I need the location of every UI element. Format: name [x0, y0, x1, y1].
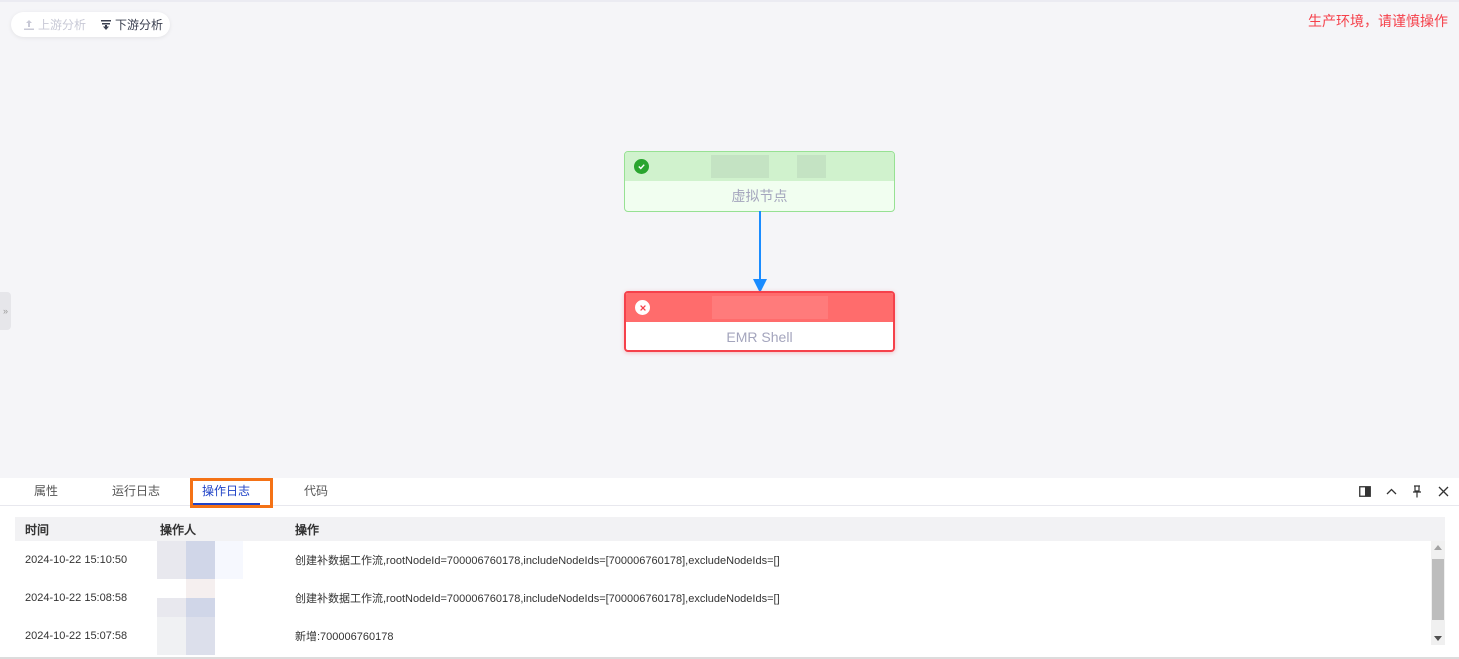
downstream-analysis-label: 下游分析: [115, 18, 164, 32]
table-row: 2024-10-22 15:07:58 新增:700006760178: [15, 617, 1445, 655]
top-border: [0, 0, 1459, 2]
cell-operation: 创建补数据工作流,rootNodeId=700006760178,include…: [295, 593, 780, 605]
analysis-toolbar: 上游分析 下游分析: [11, 12, 170, 37]
header-time: 时间: [25, 522, 50, 537]
table-row: 2024-10-22 15:08:58 创建补数据工作流,rootNodeId=…: [15, 579, 1445, 617]
chevron-right-icon: »: [2, 306, 8, 316]
tab-run-log[interactable]: 运行日志: [108, 478, 164, 505]
redacted-node-name: [712, 296, 828, 319]
download-filter-icon: [101, 19, 112, 30]
scrollbar-thumb[interactable]: [1432, 559, 1444, 620]
node-header: [626, 293, 893, 322]
redacted-user: [157, 579, 243, 617]
node-type-label: 虚拟节点: [731, 188, 788, 204]
cell-time: 2024-10-22 15:08:58: [25, 592, 128, 604]
node-header: [625, 152, 894, 181]
tab-operation-log[interactable]: 操作日志: [192, 478, 260, 505]
cell-user: [157, 579, 295, 617]
table-row: 2024-10-22 15:10:50 创建补数据工作流,rootNodeId=…: [15, 541, 1445, 579]
scroll-down-arrow-icon[interactable]: [1434, 636, 1442, 641]
bottom-panel: 属性 运行日志 操作日志 代码 时间 操作人 操作 2024-10-22 15:…: [0, 478, 1459, 659]
redacted-user: [157, 541, 243, 579]
panel-actions: [1359, 484, 1449, 498]
panel-tabs: 属性 运行日志 操作日志 代码: [0, 478, 1459, 508]
cell-user: [157, 541, 295, 579]
expand-sidebar-button[interactable]: »: [0, 292, 11, 330]
table-header: 时间 操作人 操作: [15, 517, 1445, 541]
upload-icon: [24, 19, 34, 30]
chevron-up-icon[interactable]: [1385, 484, 1397, 498]
redacted-node-name: [797, 155, 826, 178]
cell-operation: 创建补数据工作流,rootNodeId=700006760178,include…: [295, 555, 780, 567]
redacted-node-name: [711, 155, 769, 178]
upstream-analysis-button[interactable]: 上游分析: [23, 16, 86, 33]
success-check-icon: [634, 159, 649, 174]
graph-edge: [753, 211, 767, 293]
graph-node-virtual[interactable]: 虚拟节点: [624, 151, 895, 212]
operation-log-table: 时间 操作人 操作 2024-10-22 15:10:50 创建补数据工作流,r…: [15, 517, 1445, 659]
table-body: 2024-10-22 15:10:50 创建补数据工作流,rootNodeId=…: [15, 541, 1445, 659]
close-icon[interactable]: [1437, 484, 1449, 498]
cell-time: 2024-10-22 15:10:50: [25, 554, 128, 566]
scroll-up-arrow-icon[interactable]: [1434, 545, 1442, 550]
environment-warning: 生产环境，请谨慎操作: [1308, 13, 1448, 29]
header-user: 操作人: [160, 522, 197, 537]
failed-x-icon: [635, 300, 650, 315]
downstream-analysis-button[interactable]: 下游分析: [100, 16, 163, 33]
upstream-analysis-label: 上游分析: [38, 18, 87, 32]
redacted-user: [157, 617, 243, 655]
split-view-icon[interactable]: [1359, 484, 1371, 498]
graph-node-emr-shell[interactable]: EMR Shell: [624, 291, 895, 352]
node-type-label: EMR Shell: [726, 329, 793, 345]
header-operation: 操作: [295, 522, 320, 537]
cell-operation: 新增:700006760178: [295, 631, 394, 643]
vertical-scrollbar[interactable]: [1431, 541, 1445, 645]
tab-properties[interactable]: 属性: [22, 478, 70, 505]
pin-icon[interactable]: [1411, 484, 1423, 498]
tab-code[interactable]: 代码: [296, 478, 336, 505]
cell-user: [157, 617, 295, 655]
cell-time: 2024-10-22 15:07:58: [25, 630, 128, 642]
